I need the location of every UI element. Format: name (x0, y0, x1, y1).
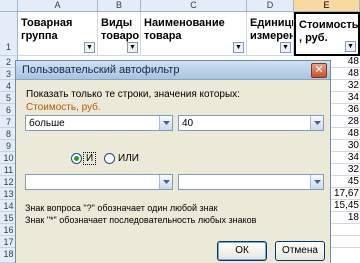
dialog-titlebar[interactable]: Пользовательский автофильтр ✕ (16, 61, 330, 80)
ok-button[interactable]: ОК (217, 241, 267, 261)
radio-and[interactable] (71, 153, 82, 164)
column-header-b[interactable]: B (98, 0, 141, 12)
filter-dropdown-icon[interactable]: ▼ (127, 42, 138, 53)
chevron-down-icon[interactable] (159, 175, 172, 189)
radio-and-label[interactable]: И (86, 153, 93, 164)
condition1-operator-select[interactable]: больше (25, 115, 173, 131)
header-cell-units[interactable]: Единицы измерен ▼ (247, 12, 294, 56)
dialog-title: Пользовательский автофильтр (22, 64, 180, 76)
header-cell-product-types[interactable]: Виды товаро ▼ (98, 12, 141, 56)
column-header-a[interactable]: A (18, 0, 98, 12)
select-all-corner[interactable] (0, 0, 18, 12)
radio-selected-dot (74, 156, 79, 161)
header-line2: товара (144, 30, 182, 42)
hint-question-mark: Знак вопроса "?" обозначает один любой з… (25, 203, 218, 213)
column-header-e[interactable]: E (294, 0, 360, 12)
header-line1: Виды (101, 17, 133, 29)
header-line1: Единицы (250, 17, 293, 29)
filter-dropdown-icon[interactable]: ▼ (280, 42, 291, 53)
condition1-value-combo[interactable]: 40 (178, 115, 324, 131)
header-cell-cost[interactable]: Стоимость , руб. ▼ (294, 12, 360, 56)
chevron-down-icon[interactable] (159, 116, 172, 130)
column-header-c[interactable]: C (141, 0, 247, 12)
instruction-label: Показать только те строки, значения кото… (26, 89, 240, 100)
close-button[interactable]: ✕ (311, 63, 327, 78)
header-line1: Товарная (21, 17, 73, 29)
header-cell-product-name[interactable]: Наименование товара ▼ (141, 12, 247, 56)
header-line1: Наименование (144, 17, 225, 29)
filter-dropdown-icon[interactable]: ▼ (84, 42, 95, 53)
radio-or-label[interactable]: ИЛИ (118, 153, 139, 164)
condition2-value-combo[interactable] (178, 174, 324, 190)
radio-or[interactable] (104, 153, 115, 164)
column-header-d[interactable]: D (247, 0, 294, 12)
condition1-operator-value: больше (29, 118, 65, 129)
cancel-button[interactable]: Отмена (275, 241, 325, 261)
chevron-down-icon[interactable] (310, 116, 323, 130)
filter-dropdown-icon[interactable]: ▼ (233, 42, 244, 53)
header-line1: Стоимость (299, 19, 359, 31)
condition2-operator-select[interactable] (25, 174, 173, 190)
hint-asterisk: Знак "*" обозначает последовательность л… (25, 215, 257, 225)
chevron-down-icon[interactable] (310, 175, 323, 189)
close-icon: ✕ (314, 64, 324, 76)
custom-autofilter-dialog: Пользовательский автофильтр ✕ Показать т… (15, 60, 331, 263)
filter-dropdown-icon[interactable]: ▼ (345, 41, 356, 52)
header-cell-product-group[interactable]: Товарная группа ▼ (18, 12, 98, 56)
condition1-value: 40 (182, 118, 194, 129)
row-header-1[interactable]: 1 (0, 12, 18, 56)
field-label: Стоимость, руб. (26, 102, 101, 113)
